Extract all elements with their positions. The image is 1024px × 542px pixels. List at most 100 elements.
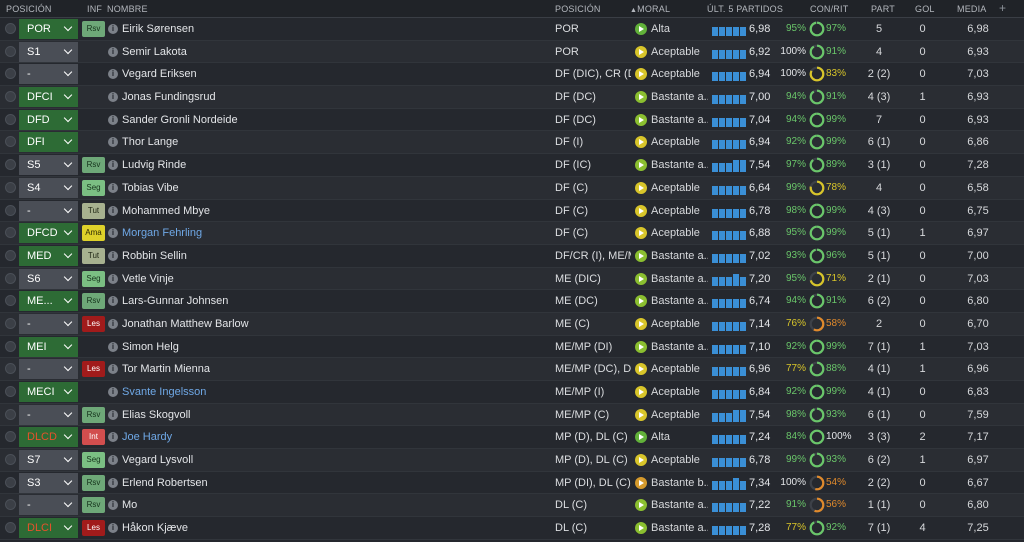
position-select[interactable]: DFCI xyxy=(19,87,78,108)
select-checkbox[interactable] xyxy=(5,476,16,488)
info-icon[interactable]: i xyxy=(108,46,118,57)
select-checkbox[interactable] xyxy=(5,454,16,466)
position-select[interactable]: MED xyxy=(19,245,78,266)
position-select[interactable]: - xyxy=(19,313,78,334)
col-inf[interactable]: INF xyxy=(87,4,102,14)
player-name[interactable]: Morgan Fehrling xyxy=(122,227,202,239)
table-row[interactable]: S6 Seg i Vetle Vinje ME (DIC) Bastante a... 7,… xyxy=(0,267,1024,291)
info-icon[interactable]: i xyxy=(108,409,118,420)
select-checkbox[interactable] xyxy=(5,227,16,239)
select-checkbox[interactable] xyxy=(5,431,16,443)
table-row[interactable]: POR Rsv i Eirik Sørensen POR Alta 6,98 95% 97% 5 0… xyxy=(0,18,1024,41)
col-posicion-2[interactable]: POSICIÓN xyxy=(555,4,601,14)
player-name[interactable]: Vegard Lysvoll xyxy=(122,454,193,466)
select-checkbox[interactable] xyxy=(5,386,16,397)
col-media[interactable]: MEDIA xyxy=(957,4,987,14)
select-checkbox[interactable] xyxy=(5,340,16,352)
player-name[interactable]: Jonas Fundingsrud xyxy=(122,91,216,103)
player-name[interactable]: Tor Martin Mienna xyxy=(122,363,210,375)
player-name[interactable]: Håkon Kjæve xyxy=(122,522,188,534)
col-conrit[interactable]: CON/RIT xyxy=(810,4,848,14)
select-checkbox[interactable] xyxy=(5,91,16,103)
col-part[interactable]: PART xyxy=(871,4,895,14)
info-icon[interactable]: i xyxy=(108,160,118,171)
position-select[interactable]: S1 xyxy=(19,41,78,62)
info-icon[interactable]: i xyxy=(108,69,118,80)
position-select[interactable]: S3 xyxy=(19,472,78,493)
add-column-icon[interactable]: + xyxy=(999,1,1006,15)
player-name[interactable]: Sander Gronli Nordeide xyxy=(122,114,238,126)
player-name[interactable]: Erlend Robertsen xyxy=(122,477,208,489)
info-icon[interactable]: i xyxy=(108,24,118,34)
select-checkbox[interactable] xyxy=(5,113,16,125)
player-name[interactable]: Jonathan Matthew Barlow xyxy=(122,318,249,330)
position-select[interactable]: DFCD xyxy=(19,223,78,244)
info-icon[interactable]: i xyxy=(108,432,118,443)
player-name[interactable]: Vetle Vinje xyxy=(122,273,174,285)
position-select[interactable]: - xyxy=(19,404,78,425)
info-icon[interactable]: i xyxy=(108,341,118,352)
player-name[interactable]: Joe Hardy xyxy=(122,431,172,443)
player-name[interactable]: Simon Helg xyxy=(122,341,179,353)
select-checkbox[interactable] xyxy=(5,204,16,216)
position-select[interactable]: ME... xyxy=(19,291,78,312)
position-select[interactable]: - xyxy=(19,200,78,221)
player-name[interactable]: Vegard Eriksen xyxy=(122,68,197,80)
player-name[interactable]: Svante Ingelsson xyxy=(122,386,206,398)
select-checkbox[interactable] xyxy=(5,45,16,57)
info-icon[interactable]: i xyxy=(108,137,118,148)
table-row[interactable]: - Rsv i Mo DL (C) Bastante a... 7,22 91% 56% 1 (1… xyxy=(0,494,1024,518)
info-icon[interactable]: i xyxy=(108,182,118,193)
col-nombre[interactable]: NOMBRE xyxy=(107,4,148,14)
select-checkbox[interactable] xyxy=(5,136,16,148)
position-select[interactable]: S4 xyxy=(19,177,78,198)
player-name[interactable]: Mo xyxy=(122,499,137,511)
table-row[interactable]: DLCD Int i Joe Hardy MP (D), DL (C) Alta 7,24 8… xyxy=(0,426,1024,450)
player-name[interactable]: Robbin Sellin xyxy=(122,250,187,262)
col-moral[interactable]: ▲MORAL xyxy=(630,4,670,14)
info-icon[interactable]: i xyxy=(108,318,118,329)
select-checkbox[interactable] xyxy=(5,295,16,307)
col-gol[interactable]: GOL xyxy=(915,4,935,14)
info-icon[interactable]: i xyxy=(108,273,118,284)
col-posicion[interactable]: POSICIÓN xyxy=(6,4,52,14)
table-row[interactable]: S5 Rsv i Ludvig Rinde DF (IC) Bastante a... 7,… xyxy=(0,154,1024,177)
info-icon[interactable]: i xyxy=(108,205,118,216)
table-row[interactable]: DLCI Les i Håkon Kjæve DL (C) Bastante a... 7,… xyxy=(0,517,1024,540)
select-checkbox[interactable] xyxy=(5,159,16,171)
select-checkbox[interactable] xyxy=(5,363,16,375)
table-row[interactable]: DFCI i Jonas Fundingsrud DF (DC) Bastante a.… xyxy=(0,86,1024,109)
select-checkbox[interactable] xyxy=(5,68,16,80)
select-checkbox[interactable] xyxy=(5,272,16,284)
table-row[interactable]: S1 i Semir Lakota POR Aceptable 6,92 100% 91% 4 0… xyxy=(0,40,1024,64)
info-icon[interactable]: i xyxy=(108,364,118,375)
player-name[interactable]: Elias Skogvoll xyxy=(122,409,190,421)
table-row[interactable]: - i Vegard Eriksen DF (DIC), CR (D) Aceptabl… xyxy=(0,63,1024,87)
table-row[interactable]: DFI i Thor Lange DF (I) Aceptable 6,94 92% 99% 6… xyxy=(0,131,1024,155)
player-name[interactable]: Mohammed Mbye xyxy=(122,205,210,217)
player-name[interactable]: Tobias Vibe xyxy=(122,182,179,194)
player-name[interactable]: Eirik Sørensen xyxy=(122,23,194,35)
info-icon[interactable]: i xyxy=(108,387,118,397)
table-row[interactable]: MEDTuti Robbin Sellin DF/CR (I), ME/M... Ba… xyxy=(0,245,1024,268)
info-icon[interactable]: i xyxy=(108,228,118,239)
position-select[interactable]: DFI xyxy=(19,132,78,153)
table-row[interactable]: S3 Rsv i Erlend Robertsen MP (DI), DL (C) Bas… xyxy=(0,472,1024,495)
position-select[interactable]: DFD xyxy=(19,109,78,130)
position-select[interactable]: POR xyxy=(19,19,78,39)
player-name[interactable]: Lars-Gunnar Johnsen xyxy=(122,295,228,307)
select-checkbox[interactable] xyxy=(5,499,16,511)
position-select[interactable]: - xyxy=(19,359,78,380)
table-row[interactable]: DFCD Ama i Morgan Fehrling DF (C) Aceptable 6,… xyxy=(0,222,1024,245)
player-name[interactable]: Thor Lange xyxy=(122,136,178,148)
table-row[interactable]: MEI i Simon Helg ME/MP (DI) Bastante a... 7,1… xyxy=(0,336,1024,359)
table-row[interactable]: MECI i Svante Ingelsson ME/MP (I) Aceptable 6… xyxy=(0,381,1024,404)
select-checkbox[interactable] xyxy=(5,522,16,534)
table-row[interactable]: - Tut i Mohammed Mbye DF (C) Aceptable 6,78 98%… xyxy=(0,200,1024,223)
select-checkbox[interactable] xyxy=(5,181,16,193)
select-checkbox[interactable] xyxy=(5,408,16,420)
table-row[interactable]: ME... Rsv i Lars-Gunnar Johnsen ME (DC) Basta… xyxy=(0,290,1024,313)
table-row[interactable]: DFD i Sander Gronli Nordeide DF (DC) Bastant… xyxy=(0,109,1024,132)
position-select[interactable]: S6 xyxy=(19,268,78,289)
select-checkbox[interactable] xyxy=(5,23,16,34)
